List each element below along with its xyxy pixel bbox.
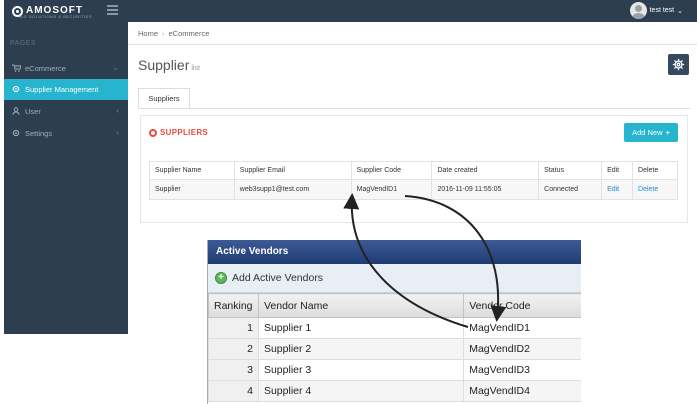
menu-toggle-icon[interactable]: [107, 5, 118, 15]
vendors-table: Ranking Vendor Name Vendor Code 1 Suppli…: [208, 293, 581, 402]
sidebar-item-label: User: [25, 107, 41, 116]
add-circle-icon: +: [215, 272, 227, 284]
chevron-left-icon: ‹: [116, 128, 119, 137]
column-header[interactable]: Ranking: [208, 293, 259, 318]
column-header[interactable]: Supplier Name: [149, 161, 235, 180]
suppliers-table: Supplier Name Supplier Email Supplier Co…: [149, 161, 678, 200]
sidebar-item-supplier-management[interactable]: Supplier Management: [4, 79, 128, 100]
user-name: test test: [649, 7, 675, 14]
table-row[interactable]: 3 Supplier 3 MagVendID3: [208, 359, 581, 381]
tab-suppliers[interactable]: Suppliers: [138, 88, 190, 109]
user-icon: [11, 106, 21, 117]
page-title-text: Supplier: [138, 57, 190, 73]
add-new-button[interactable]: Add New +: [624, 123, 678, 142]
ranking-cell: 3: [208, 359, 259, 381]
sidebar-item-label: Supplier Management: [25, 85, 99, 94]
panel-title-text: SUPPLIERS: [160, 128, 209, 137]
column-header[interactable]: Vendor Name: [257, 293, 465, 318]
tab-underline: [138, 108, 690, 109]
vendor-name-cell: Supplier 2: [257, 338, 465, 360]
table-row[interactable]: 2 Supplier 2 MagVendID2: [208, 338, 581, 360]
chevron-down-icon: ⌄: [677, 7, 683, 15]
sidebar-item-ecommerce[interactable]: eCommerce ⌄: [4, 58, 128, 79]
chevron-left-icon: ‹: [116, 106, 119, 115]
gear-icon: [11, 85, 21, 95]
vendor-code-cell: MagVendID3: [463, 359, 581, 381]
circle-icon: [149, 128, 157, 137]
gear-icon: [11, 129, 21, 139]
supplier-email-cell: web3supp1@test.com: [233, 179, 352, 200]
status-cell: Connected: [538, 179, 603, 200]
active-vendors-panel: Active Vendors + Add Active Vendors Rank…: [207, 240, 581, 404]
edit-link[interactable]: Edit: [607, 186, 619, 193]
vendor-name-cell: Supplier 4: [257, 380, 465, 402]
top-navbar: AMOSOFT BIG SOLUTIONS & SECURITIES test …: [4, 0, 697, 22]
supplier-name-cell: Supplier: [149, 179, 235, 200]
table-header-row: Ranking Vendor Name Vendor Code: [208, 293, 581, 318]
breadcrumb-separator: ›: [162, 29, 165, 38]
vendor-name-cell: Supplier 1: [257, 317, 465, 339]
edit-cell: Edit: [601, 179, 634, 200]
column-header[interactable]: Vendor Code: [463, 293, 581, 318]
cart-icon: [11, 64, 22, 74]
column-header[interactable]: Date created: [431, 161, 540, 180]
vendor-code-cell: MagVendID2: [463, 338, 581, 360]
sidebar: PAGES eCommerce ⌄ Supplier Management Us…: [4, 22, 128, 334]
vendor-code-cell: MagVendID1: [463, 317, 581, 339]
delete-cell: Delete: [632, 179, 678, 200]
add-active-vendors-button[interactable]: + Add Active Vendors: [208, 264, 581, 293]
column-header[interactable]: Supplier Email: [233, 161, 352, 180]
avatar: [629, 2, 647, 19]
user-menu[interactable]: test test ⌄: [629, 2, 683, 19]
gear-icon: [672, 58, 685, 71]
vendor-name-cell: Supplier 3: [257, 359, 465, 381]
sidebar-item-label: Settings: [25, 129, 53, 138]
table-row[interactable]: 1 Supplier 1 MagVendID1: [208, 317, 581, 339]
settings-button[interactable]: [668, 54, 689, 75]
table-row: Supplier web3supp1@test.com MagVendID1 2…: [149, 179, 678, 200]
ranking-cell: 1: [208, 317, 259, 339]
breadcrumb-home[interactable]: Home: [138, 29, 158, 38]
supplier-code-cell: MagVendID1: [350, 179, 433, 200]
page-title: Supplier list: [138, 57, 200, 73]
page-subtitle: list: [191, 65, 200, 72]
sidebar-item-user[interactable]: User ‹: [4, 101, 128, 122]
column-header: Delete: [632, 161, 678, 180]
add-new-label: Add New: [632, 128, 663, 137]
vendor-code-cell: MagVendID4: [463, 380, 581, 402]
sidebar-item-settings[interactable]: Settings ‹: [4, 123, 128, 144]
plus-icon: +: [665, 128, 670, 137]
panel-title: SUPPLIERS: [149, 128, 208, 137]
sidebar-section-label: PAGES: [10, 40, 37, 47]
sidebar-item-label: eCommerce: [25, 64, 66, 73]
column-header[interactable]: Status: [538, 161, 603, 180]
ranking-cell: 2: [208, 338, 259, 360]
breadcrumb: Home › eCommerce: [138, 29, 209, 38]
date-created-cell: 2016-11-09 11:55:05: [431, 179, 540, 200]
brand-tagline: BIG SOLUTIONS & SECURITIES: [19, 14, 93, 19]
divider: [128, 44, 697, 45]
ranking-cell: 4: [208, 380, 259, 402]
breadcrumb-current: eCommerce: [168, 29, 210, 38]
column-header: Edit: [601, 161, 634, 180]
column-header[interactable]: Supplier Code: [350, 161, 433, 180]
add-active-vendors-label: Add Active Vendors: [232, 272, 324, 284]
table-header-row: Supplier Name Supplier Email Supplier Co…: [149, 161, 678, 180]
chevron-down-icon: ⌄: [112, 63, 119, 72]
table-row[interactable]: 4 Supplier 4 MagVendID4: [208, 380, 581, 402]
delete-link[interactable]: Delete: [638, 186, 658, 193]
vendors-title: Active Vendors: [208, 240, 581, 264]
